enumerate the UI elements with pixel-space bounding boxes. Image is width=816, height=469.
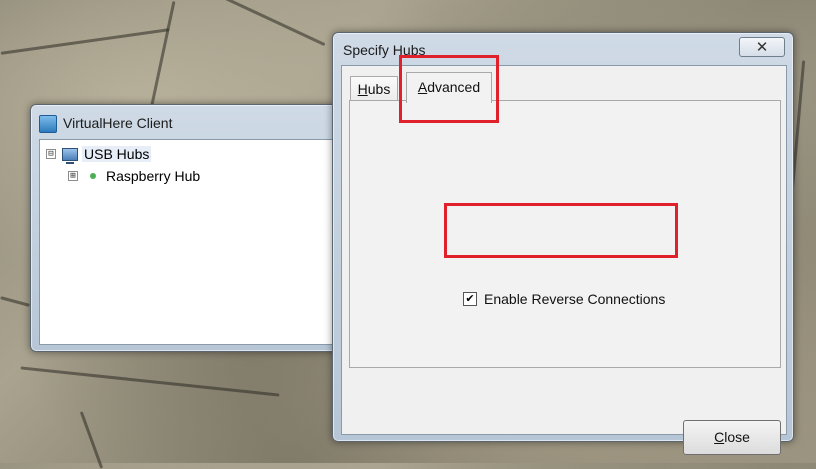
tree-node-label[interactable]: Raspberry Hub <box>106 168 200 184</box>
tree-node-label[interactable]: USB Hubs <box>82 146 152 162</box>
usb-hub-tree[interactable]: ⊟ USB Hubs ⊞ Raspberry Hub <box>39 139 361 345</box>
enable-reverse-connections-checkbox[interactable]: ✔ Enable Reverse Connections <box>463 291 665 307</box>
tab-hubs-label: ubs <box>367 81 391 97</box>
expand-icon[interactable]: ⊞ <box>68 171 78 181</box>
window-title: VirtualHere Client <box>63 115 173 131</box>
window-close-icon[interactable]: ✕ <box>739 37 785 57</box>
online-status-dot-icon <box>90 173 96 179</box>
close-button-label: lose <box>724 429 750 445</box>
checkbox-checked-icon[interactable]: ✔ <box>463 292 477 306</box>
collapse-icon[interactable]: ⊟ <box>46 149 56 159</box>
dialog-title: Specify Hubs <box>343 42 426 58</box>
tab-advanced-mnemonic: A <box>417 79 428 95</box>
virtualhere-client-window[interactable]: VirtualHere Client ⊟ USB Hubs ⊞ Raspberr… <box>30 104 361 352</box>
close-button[interactable]: Close <box>683 420 781 455</box>
dialog-client-area: Hubs Advanced ✔ Enable Reverse Connectio… <box>341 65 787 455</box>
tab-advanced-label: dvanced <box>427 79 481 95</box>
virtualhere-app-icon <box>39 115 57 133</box>
tree-node-usb-hubs[interactable]: ⊟ USB Hubs <box>46 146 152 164</box>
tab-advanced[interactable]: Advanced <box>406 72 492 103</box>
specify-hubs-dialog[interactable]: Specify Hubs ✕ Hubs Advanced ✔ Enable Re… <box>332 32 794 455</box>
checkbox-label[interactable]: Enable Reverse Connections <box>484 291 665 307</box>
usb-hubs-computer-icon <box>62 147 78 164</box>
tab-hubs[interactable]: Hubs <box>350 76 398 101</box>
tree-node-raspberry-hub[interactable]: ⊞ Raspberry Hub <box>68 168 200 184</box>
close-button-mnemonic: C <box>714 429 725 445</box>
advanced-tab-panel: ✔ Enable Reverse Connections <box>349 100 781 368</box>
tab-hubs-mnemonic: H <box>357 81 368 97</box>
